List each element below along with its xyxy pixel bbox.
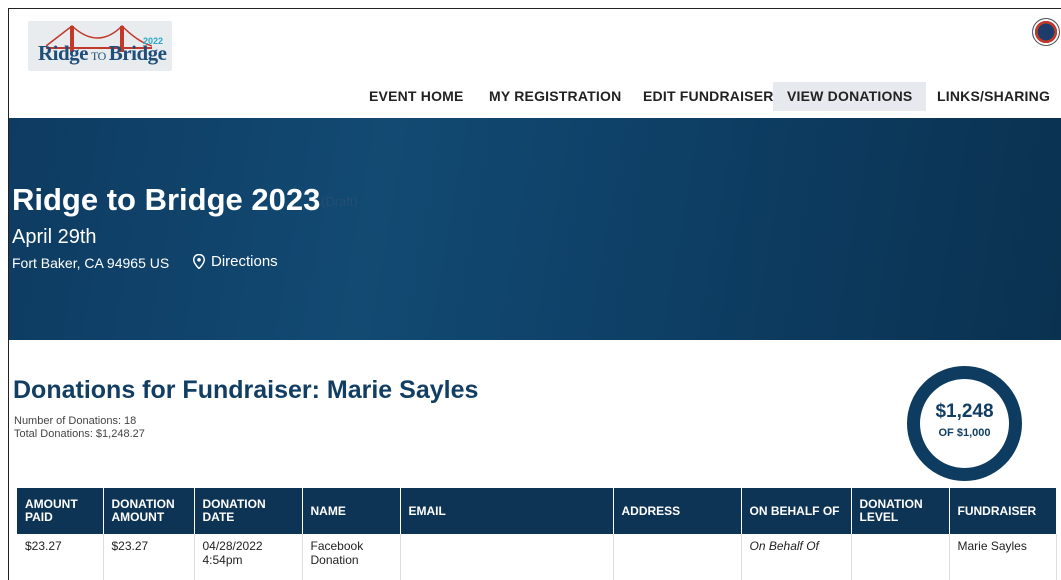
event-date: April 29th [12, 226, 97, 248]
nav-view-donations[interactable]: VIEW DONATIONS [773, 82, 927, 111]
nav-edit-fundraiser[interactable]: EDIT FUNDRAISER [629, 82, 788, 111]
nav-my-registration[interactable]: MY REGISTRATION [475, 82, 635, 111]
col-email[interactable]: EMAIL [400, 488, 614, 534]
donations-table: AMOUNT PAID DONATION AMOUNT DONATION DAT… [17, 488, 1057, 580]
event-hero: Ridge to Bridge 2023 (Draft) April 29th … [8, 118, 1061, 340]
col-donation-date[interactable]: DONATION DATE [194, 488, 303, 534]
progress-ring: $1,248 OF $1,000 [907, 366, 1022, 481]
ring-goal: OF $1,000 [938, 427, 991, 439]
col-amount-paid[interactable]: AMOUNT PAID [17, 488, 104, 534]
nav-event-home[interactable]: EVENT HOME [355, 82, 478, 111]
col-name[interactable]: NAME [302, 488, 401, 534]
col-donation-amount[interactable]: DONATION AMOUNT [103, 488, 195, 534]
cell-email [400, 534, 614, 580]
donations-section: Donations for Fundraiser: Marie Sayles N… [8, 340, 1061, 580]
table-row: $23.27 $23.27 04/28/2022 4:54pm Facebook… [17, 534, 1057, 580]
directions-label: Directions [211, 253, 278, 270]
event-title: Ridge to Bridge 2023 [12, 182, 321, 217]
col-address[interactable]: ADDRESS [613, 488, 742, 534]
donation-count: Number of Donations: 18 [14, 415, 137, 427]
cell-address [613, 534, 742, 580]
donation-total: Total Donations: $1,248.27 [14, 428, 145, 440]
cell-donation-level [851, 534, 950, 580]
col-donation-level[interactable]: DONATION LEVEL [851, 488, 950, 534]
cell-amount-paid: $23.27 [17, 534, 104, 580]
main-nav: EVENT HOME MY REGISTRATION EDIT FUNDRAIS… [9, 82, 1061, 116]
cell-fundraiser: Marie Sayles [949, 534, 1057, 580]
col-on-behalf-of[interactable]: ON BEHALF OF [741, 488, 852, 534]
ring-amount: $1,248 [935, 401, 994, 422]
map-pin-icon [193, 254, 205, 269]
nav-links-sharing[interactable]: LINKS/SHARING [923, 82, 1061, 111]
seal-icon[interactable] [1032, 18, 1060, 46]
table-header-row: AMOUNT PAID DONATION AMOUNT DONATION DAT… [17, 488, 1057, 534]
directions-link[interactable]: Directions [193, 253, 278, 270]
site-header: Ridge TO Bridge 2022 EVENT HOME MY REGISTR… [8, 8, 1061, 118]
event-logo[interactable]: Ridge TO Bridge 2022 [28, 21, 172, 71]
logo-year: 2022 [143, 36, 164, 46]
donations-title: Donations for Fundraiser: Marie Sayles [13, 376, 479, 404]
cell-donation-amount: $23.27 [103, 534, 195, 580]
cell-name: Facebook Donation [302, 534, 401, 580]
cell-on-behalf-of: On Behalf Of [741, 534, 852, 580]
event-address: Fort Baker, CA 94965 US [12, 255, 170, 271]
cell-donation-date: 04/28/2022 4:54pm [194, 534, 303, 580]
col-fundraiser[interactable]: FUNDRAISER [949, 488, 1057, 534]
draft-label: (Draft) [321, 194, 358, 209]
